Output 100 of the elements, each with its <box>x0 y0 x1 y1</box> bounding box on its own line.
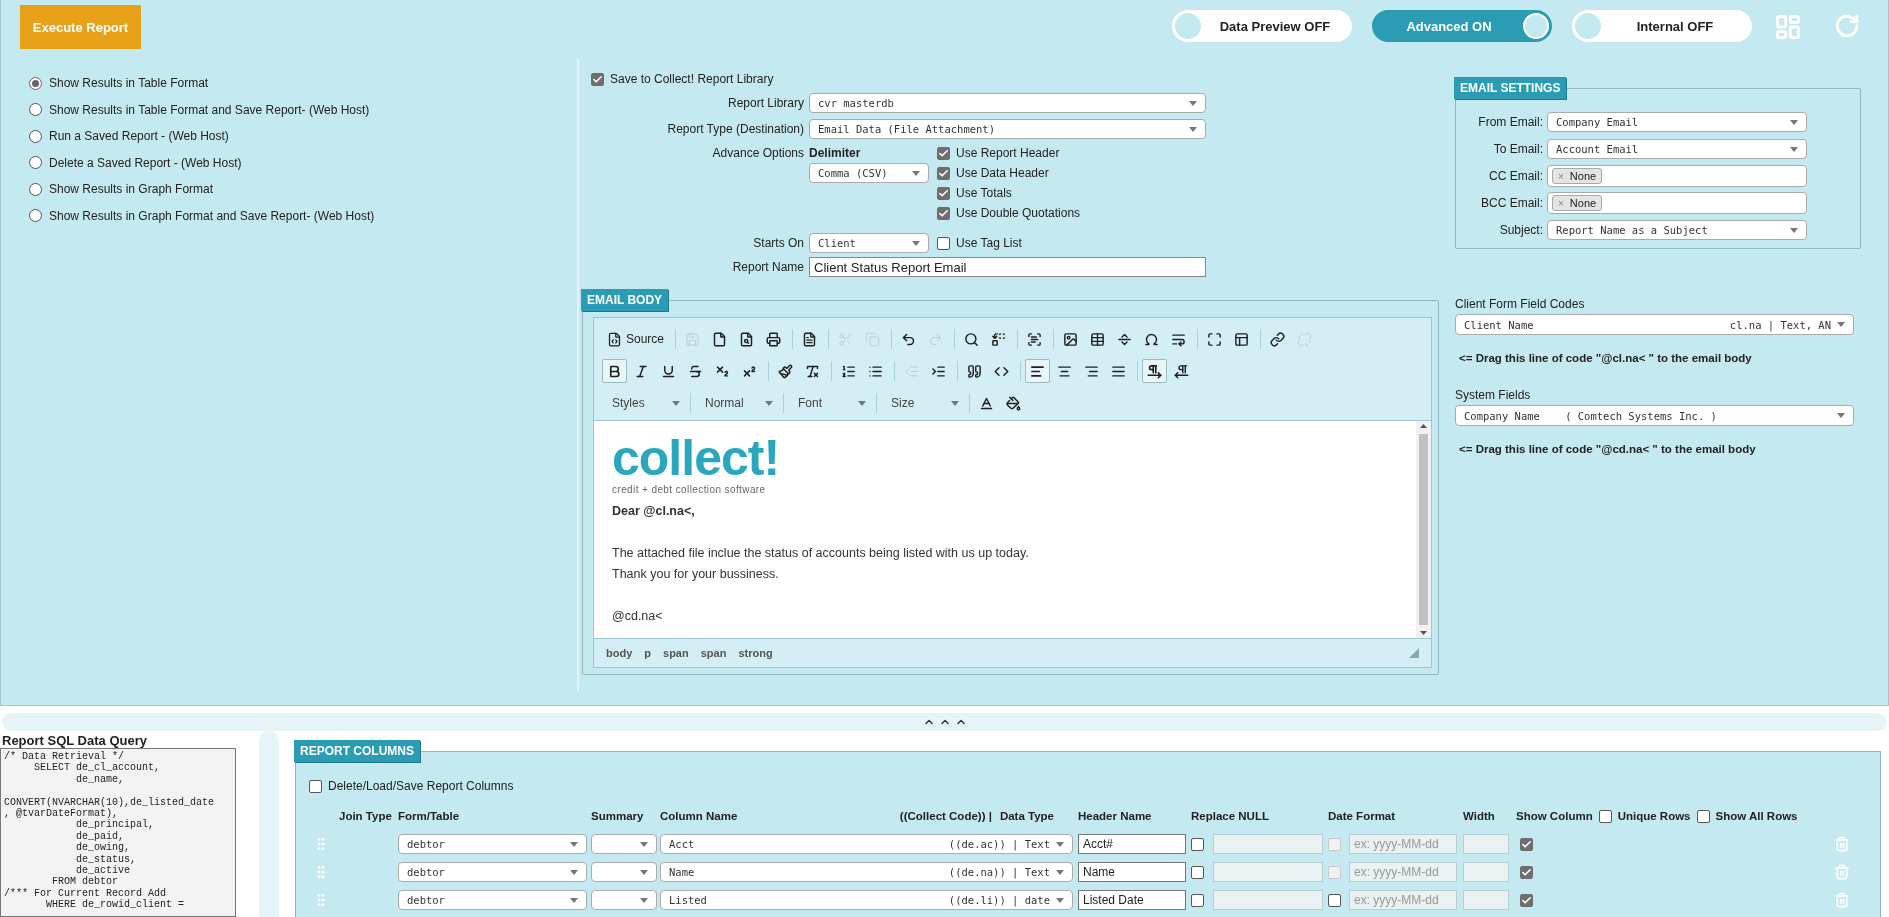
dropdown[interactable]: cvr_masterdb <box>809 93 1206 113</box>
signature-text: @cd.na< <box>612 608 664 625</box>
checkbox-label: Use Report Header <box>956 146 1060 160</box>
resize-grip-icon[interactable] <box>1409 648 1419 658</box>
radio-button[interactable] <box>29 209 42 223</box>
dropdown[interactable]: Name ((de.na)) | Text <box>660 862 1073 882</box>
panel-title: EMAIL SETTINGS <box>1454 77 1567 99</box>
checkbox[interactable] <box>1520 865 1533 879</box>
dropdown[interactable]: Acct ((de.ac)) | Text <box>660 834 1073 854</box>
element-path-link[interactable]: strong <box>738 647 773 659</box>
scroll-up-icon[interactable] <box>1420 424 1427 428</box>
radio-button[interactable] <box>29 156 42 170</box>
toggle-switch[interactable]: Data Preview OFF <box>1172 10 1352 42</box>
panel-title: EMAIL BODY <box>581 289 669 311</box>
greeting-text: Dear @cl.na<, <box>612 503 696 520</box>
replace-null-field[interactable] <box>1213 834 1323 854</box>
field-label: Delimiter <box>809 146 862 160</box>
caret-icon <box>1790 227 1798 233</box>
source-button[interactable]: Source <box>602 327 670 351</box>
field-label: Report Library <box>726 96 804 110</box>
width-field[interactable] <box>1463 862 1509 882</box>
dropdown[interactable]: Comma (CSV) <box>809 163 929 183</box>
radio-button[interactable] <box>29 129 42 143</box>
field-label: Client Form Field Codes <box>1455 297 1586 311</box>
checkbox[interactable] <box>591 72 604 86</box>
tag-field[interactable]: × None <box>1547 165 1807 187</box>
checkbox[interactable] <box>937 206 950 220</box>
checkbox[interactable] <box>1696 809 1710 823</box>
checkbox[interactable] <box>1598 809 1612 823</box>
scroll-down-icon[interactable] <box>1420 631 1427 635</box>
logo-tagline: credit + debt collection software <box>612 485 767 495</box>
radio-button[interactable] <box>29 76 42 90</box>
dropdown[interactable]: debtor <box>398 862 587 882</box>
caret-icon <box>912 240 920 246</box>
checkbox-label: Save to Collect! Report Library <box>610 72 774 86</box>
caret-icon <box>1056 869 1064 875</box>
checkbox[interactable] <box>1520 893 1533 907</box>
checkbox[interactable] <box>937 236 950 250</box>
element-path-link[interactable]: span <box>700 647 727 659</box>
checkbox[interactable] <box>1191 893 1204 907</box>
report-name-field[interactable]: Client Status Report Email <box>809 257 1206 277</box>
header-name-field[interactable]: Listed Date <box>1078 890 1186 910</box>
dropdown[interactable]: Report Name as a Subject <box>1547 220 1807 240</box>
field-label: CC Email: <box>1488 169 1543 183</box>
sql-query-field[interactable]: /* Data Retrieval */ SELECT de_cl_account, de_name, CONVERT(NVARCHAR(10),de_listed_date , @tvarDateFormat), de_principal, de_paid, de_owing, de_status, de_active FROM debtor /*** For Current Record Add WHERE de_rowid_client = <box>0 748 236 917</box>
code-file-icon <box>607 331 622 347</box>
dropdown[interactable]: Company Email <box>1547 112 1807 132</box>
format-dropdown[interactable]: Normal <box>695 391 779 415</box>
dropdown[interactable]: Client Name cl.na | Text, AN <box>1455 314 1854 335</box>
checkbox[interactable] <box>1191 865 1204 879</box>
dropdown[interactable]: debtor <box>398 834 587 854</box>
radio-button[interactable] <box>29 103 42 117</box>
caret-icon <box>858 400 866 406</box>
dropdown[interactable]: Email Data (File Attachment) <box>809 119 1206 139</box>
replace-null-field[interactable] <box>1213 862 1323 882</box>
header-name-field[interactable]: Name <box>1078 862 1186 882</box>
checkbox[interactable] <box>309 779 322 793</box>
replace-null-field[interactable] <box>1213 890 1323 910</box>
tag-field[interactable]: × None <box>1547 192 1807 214</box>
element-path-link[interactable]: body <box>606 647 633 659</box>
pilcrow-icon[interactable] <box>1142 359 1167 383</box>
caret-icon <box>1837 413 1845 418</box>
bold-icon[interactable] <box>602 359 627 383</box>
radio-button[interactable] <box>29 182 42 196</box>
drag-hint: <= Drag this line of code "@cd.na< " to the email body <box>1459 443 1757 455</box>
format-dropdown[interactable]: Size <box>881 391 965 415</box>
radio-label: Delete a Saved Report - (Web Host) <box>49 155 242 170</box>
caret-icon <box>640 897 648 903</box>
scrollbar[interactable] <box>1416 421 1431 638</box>
checkbox[interactable] <box>937 166 950 180</box>
checkbox-label: Delete/Load/Save Report Columns <box>328 779 514 793</box>
section-title: Report SQL Data Query <box>1 733 148 748</box>
checkbox[interactable] <box>937 146 950 160</box>
width-field[interactable] <box>1463 890 1509 910</box>
column-header: Summary <box>591 810 645 822</box>
element-path-link[interactable]: p <box>644 647 651 659</box>
radio-label: Run a Saved Report - (Web Host) <box>49 129 229 144</box>
element-path-link[interactable]: span <box>663 647 689 659</box>
checkbox[interactable] <box>1520 837 1533 851</box>
checkbox[interactable] <box>937 186 950 200</box>
format-dropdown[interactable]: Font <box>788 391 872 415</box>
drag-hint: <= Drag this line of code "@cl.na< " to the email body <box>1459 352 1753 364</box>
dropdown[interactable]: Client <box>809 233 929 253</box>
header-name-field[interactable]: Acct# <box>1078 834 1186 854</box>
align-left-icon[interactable] <box>1025 359 1050 383</box>
field-label: Advance Options <box>711 146 804 160</box>
dropdown[interactable]: Listed ((de.li)) | date <box>660 890 1073 910</box>
toggle-switch[interactable]: Internal OFF <box>1572 10 1752 42</box>
body-text: Thank you for your bussiness. <box>612 566 780 583</box>
field-label: Report Name <box>731 260 804 274</box>
caret-icon <box>765 400 773 406</box>
dropdown[interactable]: Company Name ( Comtech Systems Inc. ) <box>1455 405 1854 426</box>
dropdown[interactable]: debtor <box>398 890 587 910</box>
format-dropdown[interactable]: Styles <box>602 391 686 415</box>
width-field[interactable] <box>1463 834 1509 854</box>
dropdown[interactable]: Account Email <box>1547 139 1807 159</box>
checkbox[interactable] <box>1328 893 1341 907</box>
checkbox-label: Use Data Header <box>956 166 1049 180</box>
checkbox[interactable] <box>1191 837 1204 851</box>
column-header: Form/Table <box>398 810 461 822</box>
